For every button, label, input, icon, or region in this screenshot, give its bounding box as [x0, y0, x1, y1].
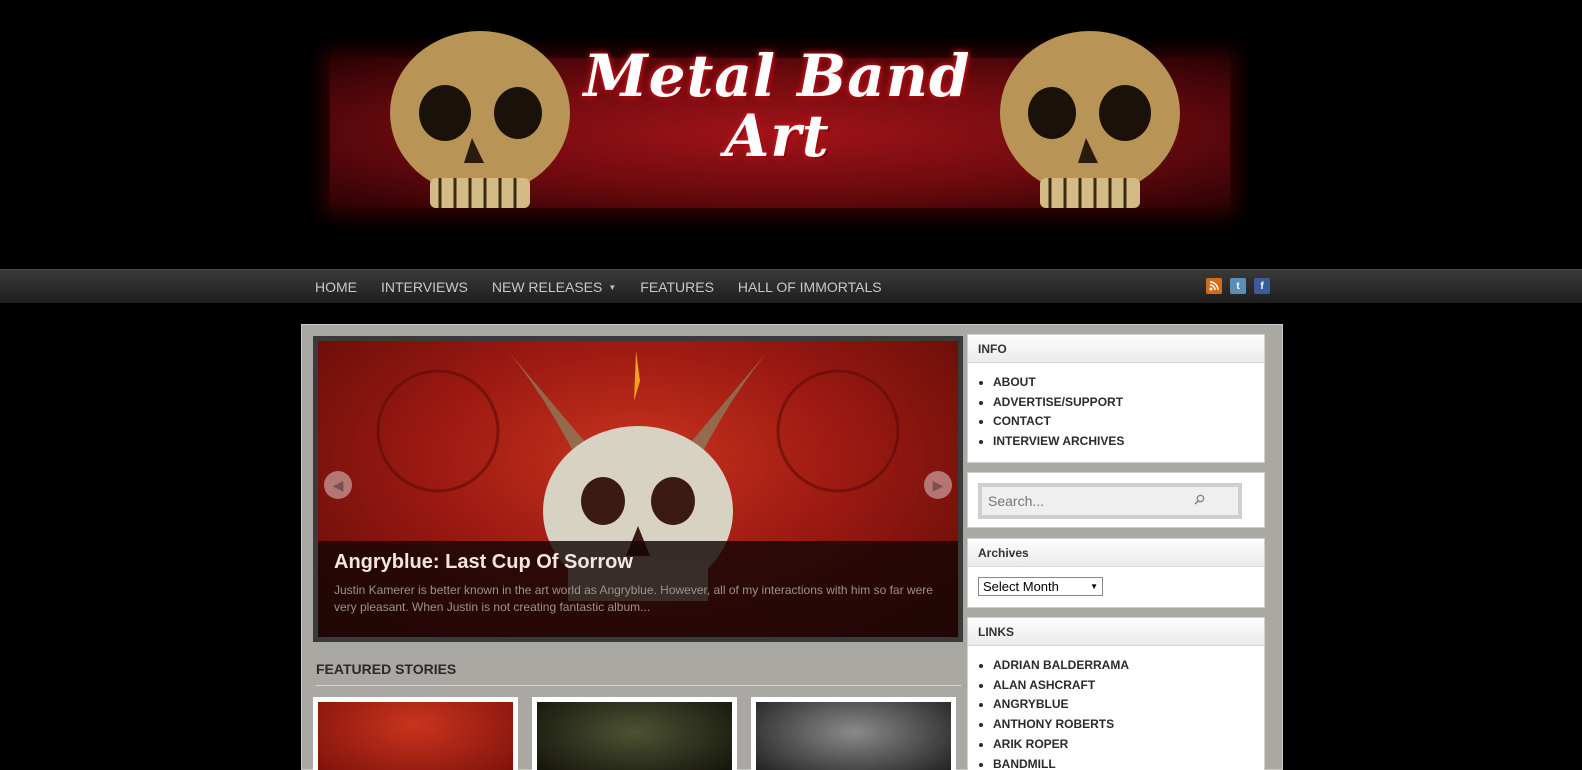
nav-label: FEATURES — [640, 279, 714, 295]
featured-thumb[interactable] — [313, 697, 518, 770]
twitter-icon[interactable]: t — [1230, 278, 1246, 294]
nav-item-home[interactable]: HOME — [315, 279, 357, 295]
featured-stories-heading: FEATURED STORIES — [316, 661, 961, 686]
nav-label: NEW RELEASES — [491, 279, 603, 295]
info-widget: INFO ABOUT ADVERTISE/SUPPORT CONTACT INT… — [967, 334, 1265, 463]
list-item[interactable]: ANGRYBLUE — [993, 695, 1264, 715]
info-link-about[interactable]: ABOUT — [993, 373, 1264, 393]
rss-icon[interactable] — [1206, 278, 1222, 294]
info-link-advertise[interactable]: ADVERTISE/SUPPORT — [993, 393, 1264, 413]
search-icon[interactable] — [1194, 494, 1205, 508]
main-content: ◀ ▶ Angryblue: Last Cup Of Sorrow Justin… — [301, 324, 1283, 770]
featured-thumb[interactable] — [532, 697, 737, 770]
social-links: t f — [1206, 278, 1270, 294]
widget-title: LINKS — [968, 618, 1264, 646]
list-item[interactable]: ADRIAN BALDERRAMA — [993, 656, 1264, 676]
list-item[interactable]: BANDMILL — [993, 755, 1264, 770]
site-logo-banner[interactable]: Metal Band Art — [310, 18, 1248, 228]
slide-excerpt: Justin Kamerer is better known in the ar… — [334, 583, 933, 614]
slide-title[interactable]: Angryblue: Last Cup Of Sorrow — [334, 551, 942, 574]
site-title: Metal Band Art — [583, 42, 971, 170]
list-item[interactable]: ARIK ROPER — [993, 735, 1264, 755]
list-item[interactable]: ALAN ASHCRAFT — [993, 676, 1264, 696]
search-input[interactable] — [988, 493, 1188, 509]
nav-item-features[interactable]: FEATURES — [640, 279, 714, 295]
nav-item-interviews[interactable]: INTERVIEWS — [381, 279, 468, 295]
search-widget — [967, 472, 1265, 528]
nav-item-new-releases[interactable]: NEW RELEASES ▼ — [492, 279, 616, 295]
archives-widget: Archives Select Month ▼ — [967, 538, 1265, 608]
search-box — [978, 483, 1242, 519]
facebook-icon[interactable]: f — [1254, 278, 1270, 294]
slide-caption: Angryblue: Last Cup Of Sorrow Justin Kam… — [318, 541, 958, 637]
thumb-image — [756, 702, 951, 770]
featured-slider: ◀ ▶ Angryblue: Last Cup Of Sorrow Justin… — [313, 336, 963, 642]
thumb-image — [318, 702, 513, 770]
nav-label: INTERVIEWS — [381, 279, 468, 295]
slide-image[interactable]: ◀ ▶ Angryblue: Last Cup Of Sorrow Justin… — [318, 341, 958, 637]
thumb-image — [537, 702, 732, 770]
info-link-contact[interactable]: CONTACT — [993, 412, 1264, 432]
main-navigation: HOME INTERVIEWS NEW RELEASES ▼ FEATURES H… — [0, 269, 1582, 303]
widget-title: Archives — [968, 539, 1264, 567]
nav-label: HOME — [315, 279, 357, 295]
chevron-down-icon: ▼ — [1090, 582, 1098, 591]
nav-item-hall-of-immortals[interactable]: HALL OF IMMORTALS — [738, 279, 882, 295]
widget-title: INFO — [968, 335, 1264, 363]
slider-prev-icon[interactable]: ◀ — [324, 471, 352, 499]
select-value: Select Month — [983, 579, 1059, 594]
nav-label: HALL OF IMMORTALS — [737, 279, 882, 295]
list-item[interactable]: ANTHONY ROBERTS — [993, 715, 1264, 735]
caret-down-icon: ▼ — [608, 282, 617, 292]
featured-thumb[interactable] — [751, 697, 956, 770]
info-link-interview-archives[interactable]: INTERVIEW ARCHIVES — [993, 432, 1264, 452]
archive-month-select[interactable]: Select Month ▼ — [978, 577, 1103, 596]
links-widget: LINKS ADRIAN BALDERRAMA ALAN ASHCRAFT AN… — [967, 617, 1265, 770]
slider-next-icon[interactable]: ▶ — [924, 471, 952, 499]
